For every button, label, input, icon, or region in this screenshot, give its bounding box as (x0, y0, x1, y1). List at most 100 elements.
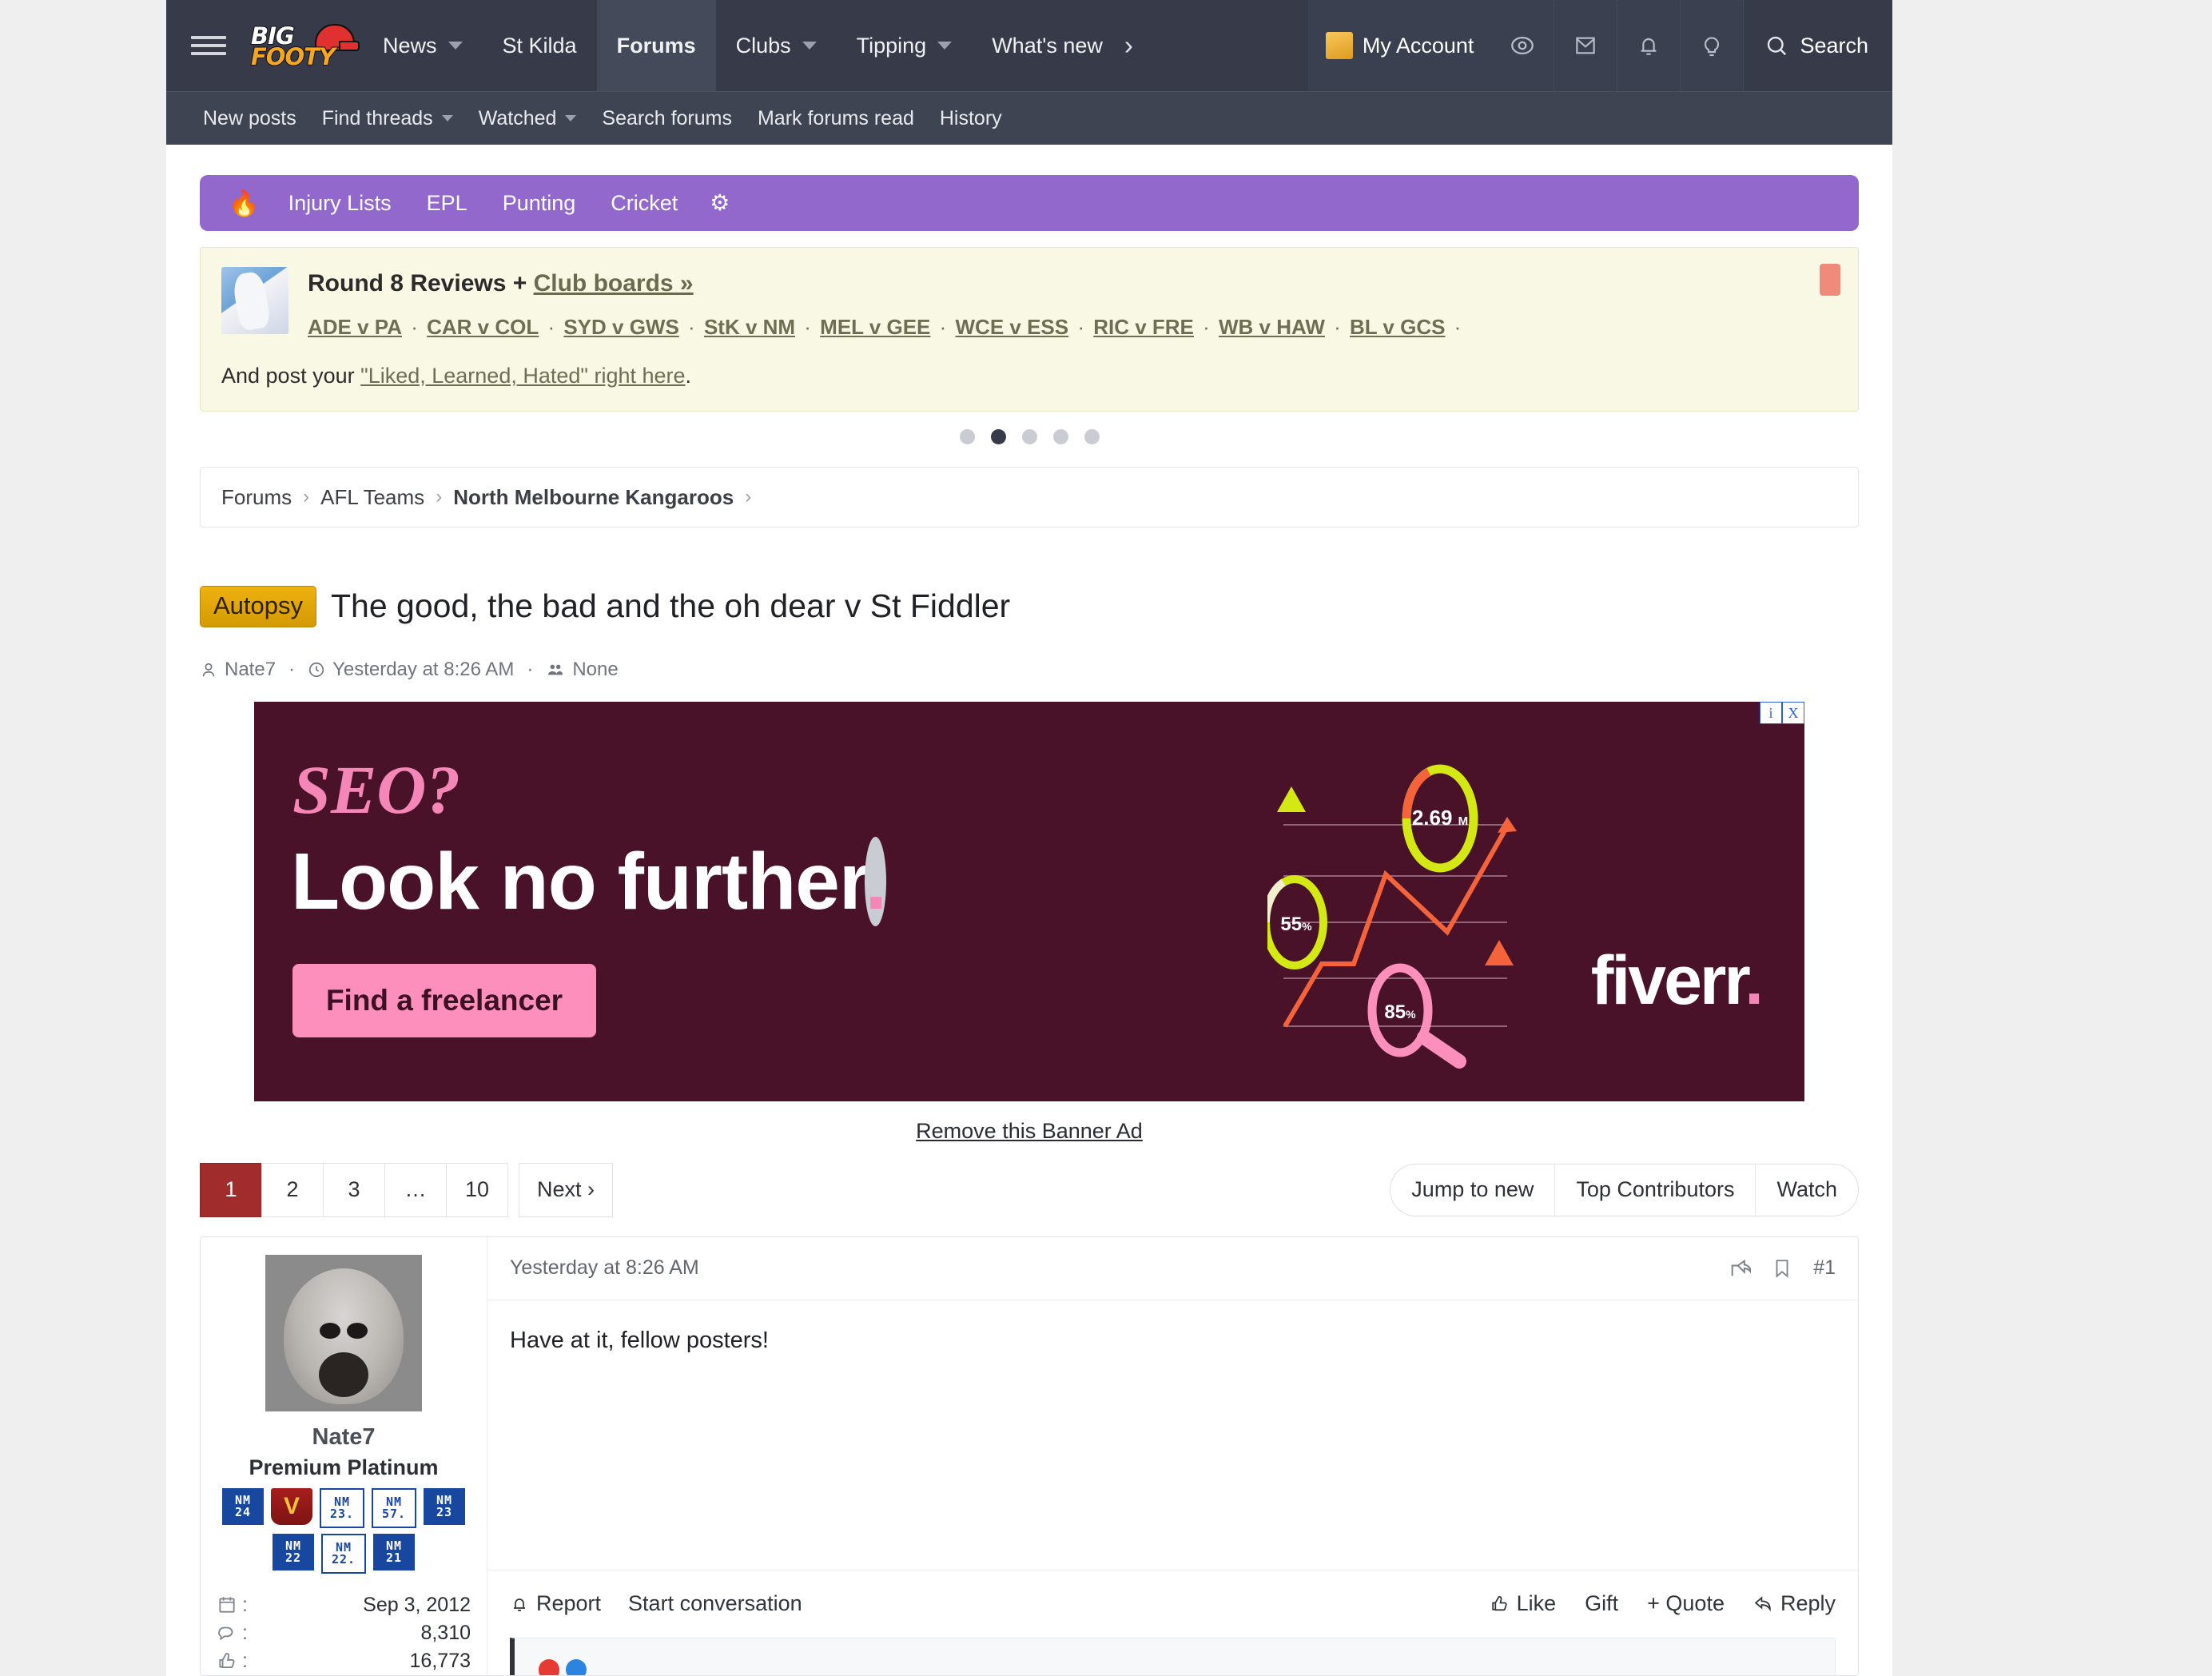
subnav-item-find-threads[interactable]: Find threads (309, 107, 466, 130)
promo-item-cricket[interactable]: Cricket (593, 191, 695, 216)
clock-icon (308, 662, 324, 678)
meta-separator: · (527, 658, 534, 680)
ad-headline: Look no further. (291, 836, 887, 928)
nav-item-clubs[interactable]: Clubs (716, 0, 837, 91)
breadcrumb-item-forums[interactable]: Forums (221, 485, 292, 510)
thread-prefix-badge[interactable]: Autopsy (200, 585, 317, 627)
promo-item-epl[interactable]: EPL (409, 191, 485, 216)
user-badge-nm-24[interactable]: NM 24 (222, 1487, 264, 1525)
carousel-dot[interactable] (1021, 429, 1037, 444)
page-ellipsis[interactable]: … (384, 1162, 447, 1217)
match-link[interactable]: WB v HAW (1219, 315, 1325, 339)
subnav-item-search-forums[interactable]: Search forums (589, 107, 745, 130)
chevron-down-icon (441, 115, 453, 121)
thread-watchers-label: None (572, 658, 619, 680)
user-badges: NM 24 V NM 23. NM 57. NM 23 NM 22 NM 22.… (213, 1487, 474, 1574)
liked-learned-hated-link[interactable]: "Liked, Learned, Hated" right here (360, 364, 685, 388)
match-link[interactable]: BL v GCS (1350, 315, 1445, 339)
jump-to-new-button[interactable]: Jump to new (1390, 1164, 1556, 1216)
thread-author[interactable]: Nate7 (200, 659, 276, 681)
inbox-icon-button[interactable] (1554, 0, 1618, 91)
top-contributors-button[interactable]: Top Contributors (1555, 1164, 1756, 1216)
user-badge-nm-22a[interactable]: NM 22 (273, 1533, 314, 1571)
avatar[interactable] (265, 1254, 422, 1411)
user-badge-nm-21[interactable]: NM 21 (373, 1533, 415, 1571)
match-link[interactable]: SYD v GWS (563, 315, 678, 339)
report-button[interactable]: Report (510, 1591, 601, 1616)
match-link[interactable]: StK v NM (704, 315, 795, 339)
user-badge-nm-22b[interactable]: NM 22. (321, 1533, 366, 1574)
gift-button[interactable]: Gift (1585, 1591, 1618, 1616)
carousel-dot[interactable] (959, 429, 975, 444)
nav-item-st-kilda[interactable]: St Kilda (483, 0, 597, 91)
remove-banner-ad-link[interactable]: Remove this Banner Ad (200, 1119, 1859, 1144)
ideas-icon-button[interactable] (1681, 0, 1745, 91)
eye-icon-button[interactable] (1491, 0, 1555, 91)
quote-button[interactable]: + Quote (1647, 1591, 1725, 1616)
subnav-item-mark-forums-read[interactable]: Mark forums read (745, 107, 927, 130)
link-separator: · (1448, 315, 1462, 339)
page-button-3[interactable]: 3 (323, 1162, 385, 1217)
watch-button[interactable]: Watch (1756, 1164, 1858, 1216)
my-account-button[interactable]: My Account (1307, 0, 1492, 91)
nav-item-news[interactable]: News (363, 0, 483, 91)
share-icon[interactable] (1729, 1257, 1752, 1280)
reaction-icon (566, 1658, 587, 1675)
breadcrumb-item-afl-teams[interactable]: AFL Teams (320, 485, 424, 510)
promo-item-punting[interactable]: Punting (485, 191, 594, 216)
user-badge-v[interactable]: V (271, 1487, 312, 1525)
breadcrumb-separator: › (745, 486, 752, 508)
post-number[interactable]: #1 (1813, 1256, 1836, 1280)
search-button[interactable]: Search (1744, 0, 1892, 91)
subnav-item-new-posts[interactable]: New posts (190, 107, 309, 130)
ad-cta-button[interactable]: Find a freelancer (292, 963, 596, 1037)
reply-button[interactable]: Reply (1753, 1591, 1836, 1616)
user-badge-nm-23b[interactable]: NM 23 (424, 1487, 465, 1525)
gear-icon[interactable]: ⚙ (695, 192, 744, 214)
page-button-1[interactable]: 1 (200, 1162, 262, 1217)
user-badge-nm-23a[interactable]: NM 23. (320, 1487, 364, 1528)
like-button[interactable]: Like (1490, 1591, 1556, 1616)
ad-brand-dot: . (1745, 942, 1764, 1019)
subnav-item-watched[interactable]: Watched (466, 107, 590, 130)
user-stats: : Sep 3, 2012 : 8,310: 16,773 (213, 1591, 474, 1675)
nav-item-forums[interactable]: Forums (596, 0, 716, 91)
subnav-item-history[interactable]: History (927, 107, 1015, 130)
badge-bottom: 22 (284, 1550, 302, 1565)
notice-dismiss-button[interactable] (1820, 264, 1840, 296)
badge-bottom: 24 (234, 1504, 252, 1519)
hamburger-menu-button[interactable] (166, 0, 251, 91)
avatar-face (284, 1268, 404, 1404)
bigfooty-logo[interactable]: BIG FOOTY (250, 0, 363, 91)
carousel-dot[interactable] (1052, 429, 1068, 444)
calendar-icon-label: : (217, 1594, 248, 1617)
post-username[interactable]: Nate7 (213, 1424, 474, 1451)
match-link[interactable]: CAR v COL (427, 315, 539, 339)
ad-close-icon[interactable]: X (1782, 701, 1804, 724)
next-page-button[interactable]: Next › (519, 1162, 614, 1217)
carousel-dot-active[interactable] (990, 429, 1006, 444)
nav-item-whats-new[interactable]: What's new (972, 0, 1123, 91)
page-button-2[interactable]: 2 (261, 1162, 324, 1217)
alerts-icon-button[interactable] (1617, 0, 1681, 91)
bookmark-icon[interactable] (1772, 1257, 1792, 1280)
ad-info-icon[interactable]: i (1760, 701, 1782, 724)
match-link[interactable]: MEL v GEE (820, 315, 930, 339)
thread-date: Yesterday at 8:26 AM (308, 659, 514, 681)
nav-item-tipping[interactable]: Tipping (837, 0, 973, 91)
start-conversation-button[interactable]: Start conversation (628, 1591, 802, 1616)
banner-ad[interactable]: i X SEO? Look no further. Find a freelan… (254, 701, 1804, 1101)
ad-chart-graphic: 2.69 M 55% 85% (1267, 764, 1517, 1069)
user-badge-nm-57[interactable]: NM 57. (372, 1487, 416, 1528)
post-timestamp[interactable]: Yesterday at 8:26 AM (510, 1256, 699, 1280)
match-link[interactable]: ADE v PA (308, 315, 402, 339)
club-boards-link[interactable]: Club boards » (534, 270, 694, 297)
chevron-down-icon (448, 42, 463, 50)
promo-item-injury-lists[interactable]: Injury Lists (271, 191, 409, 216)
page-button-10[interactable]: 10 (446, 1162, 508, 1217)
nav-overflow-arrow-icon[interactable]: › (1123, 0, 1143, 91)
match-link[interactable]: WCE v ESS (956, 315, 1069, 339)
carousel-dot[interactable] (1084, 429, 1100, 444)
match-link[interactable]: RIC v FRE (1093, 315, 1194, 339)
breadcrumb-item-north-melbourne-kangaroos[interactable]: North Melbourne Kangaroos (453, 485, 734, 510)
